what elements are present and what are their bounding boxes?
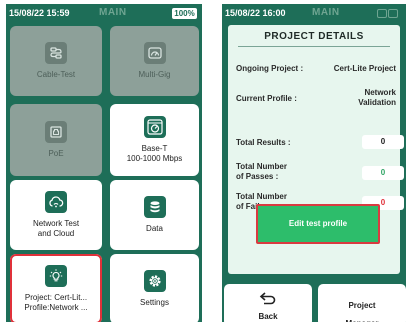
project-manager-label: Project Manager (346, 301, 379, 322)
tile-label: Multi-Gig (138, 70, 171, 79)
gear-icon (143, 270, 166, 292)
cable-test-tile[interactable]: Cable-Test (10, 26, 102, 96)
total-passes-value: 0 (362, 166, 404, 180)
gauge-icon (143, 42, 166, 64)
tile-label: Base-T 100-1000 Mbps (126, 144, 183, 163)
main-screen: 15/08/22 15:59 MAIN 100% Cable-Test Mult… (6, 4, 202, 322)
lightbulb-icon (45, 265, 67, 287)
total-results-value: 0 (362, 135, 404, 149)
title-divider (238, 46, 390, 47)
tile-label: PoE (48, 149, 64, 158)
screen-title: MAIN (312, 7, 340, 18)
tile-label: Project: Cert-Lit... Profile:Network ... (24, 293, 88, 312)
settings-tile[interactable]: Settings (110, 254, 199, 322)
battery-indicator: 100% (172, 8, 197, 19)
speedometer-icon (143, 116, 166, 138)
ethernet-port-icon (45, 121, 67, 143)
status-bar: 15/08/22 16:00 MAIN (222, 4, 406, 22)
total-results-label: Total Results : (236, 138, 291, 147)
power-plug-icon (377, 9, 387, 18)
cable-icon (45, 42, 67, 64)
database-icon (143, 196, 166, 218)
tile-label: Data (146, 224, 163, 233)
network-test-cloud-tile[interactable]: Network Test and Cloud (10, 180, 102, 250)
multi-gig-tile[interactable]: Multi-Gig (110, 26, 199, 96)
usb-icon (388, 9, 398, 18)
poe-tile[interactable]: PoE (10, 104, 102, 176)
ongoing-project-label: Ongoing Project : (236, 64, 304, 73)
status-bar: 15/08/22 15:59 MAIN 100% (6, 4, 202, 22)
total-passes-label: Total Number of Passes : (236, 162, 287, 181)
project-manager-button[interactable]: Project Manager (318, 284, 406, 322)
ongoing-project-value: Cert-Lite Project (333, 64, 396, 73)
tile-label: Settings (140, 298, 169, 307)
status-time: 15/08/22 15:59 (9, 8, 70, 18)
back-label: Back (258, 312, 278, 321)
panel-title: PROJECT DETAILS (264, 31, 364, 42)
cloud-icon (45, 191, 67, 213)
current-profile-value: Network Validation (358, 88, 396, 107)
status-time: 15/08/22 16:00 (225, 8, 286, 18)
back-button[interactable]: Back (224, 284, 312, 322)
project-tile[interactable]: Project: Cert-Lit... Profile:Network ... (10, 254, 102, 322)
data-tile[interactable]: Data (110, 180, 199, 250)
edit-test-profile-button[interactable]: Edit test profile (256, 204, 380, 244)
base-t-tile[interactable]: Base-T 100-1000 Mbps (110, 104, 199, 176)
tile-label: Network Test and Cloud (32, 219, 80, 238)
screen-title: MAIN (99, 7, 127, 18)
project-details-screen: 15/08/22 16:00 MAIN PROJECT DETAILS Ongo… (222, 4, 406, 322)
current-profile-label: Current Profile : (236, 94, 297, 103)
back-arrow-icon (224, 284, 312, 306)
tile-label: Cable-Test (36, 70, 76, 79)
